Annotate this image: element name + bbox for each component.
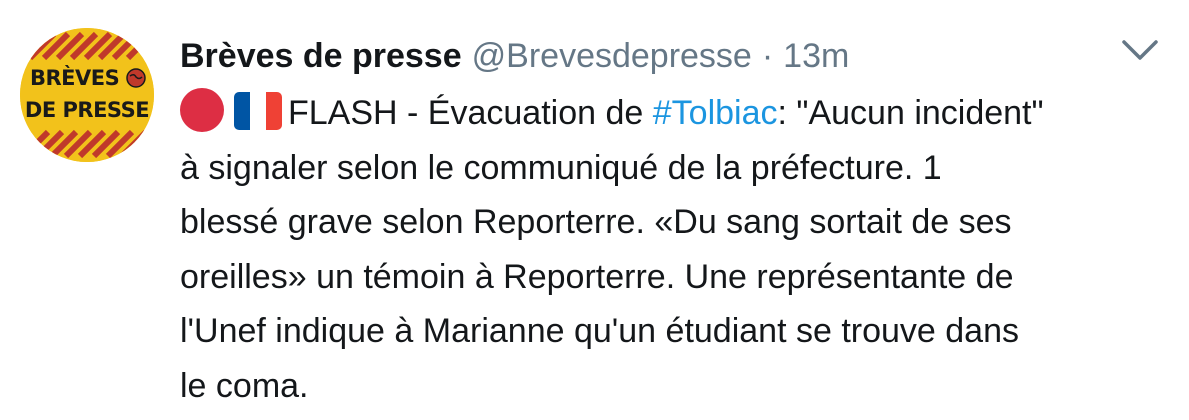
tweet-text-segment: : "Aucun incident" [777, 94, 1044, 132]
tweet-text-line-5: l'Unef indique à Marianne qu'un étudiant… [180, 312, 1019, 351]
timestamp[interactable]: 13m [783, 37, 849, 75]
tweet-text-line-2: à signaler selon le communiqué de la pré… [180, 148, 942, 187]
avatar-stripes [20, 28, 154, 162]
avatar-logo-text-line2: DE PRESSE [24, 98, 150, 122]
avatar[interactable]: BRÈVES DE PRESSE [20, 28, 154, 162]
user-handle[interactable]: @Brevesdepresse [472, 37, 752, 75]
tweet-text-line-3: blessé grave selon Reporterre. «Du sang … [180, 203, 1012, 242]
hashtag-link[interactable]: #Tolbiac [653, 94, 778, 132]
tweet-text-line-6: le coma. [180, 366, 309, 405]
tweet-text: FLASH - Évacuation de #Tolbiac: "Aucun i… [180, 86, 1170, 414]
tweet: BRÈVES DE PRESSE Brèves de presse @Breves… [0, 0, 1189, 420]
red-circle-icon [180, 88, 224, 132]
display-name[interactable]: Brèves de presse [180, 37, 462, 75]
tweet-text-line-4: oreilles» un témoin à Reporterre. Une re… [180, 257, 1014, 296]
separator-dot: · [761, 37, 774, 75]
tweet-text-line-1: FLASH - Évacuation de #Tolbiac: "Aucun i… [180, 86, 1170, 141]
flag-france-icon [234, 92, 282, 130]
tweet-header: Brèves de presse @Brevesdepresse · 13m [180, 34, 849, 78]
chevron-down-icon[interactable] [1118, 32, 1162, 72]
tweet-text-segment: FLASH - Évacuation de [288, 94, 653, 132]
globe-icon [126, 68, 146, 88]
